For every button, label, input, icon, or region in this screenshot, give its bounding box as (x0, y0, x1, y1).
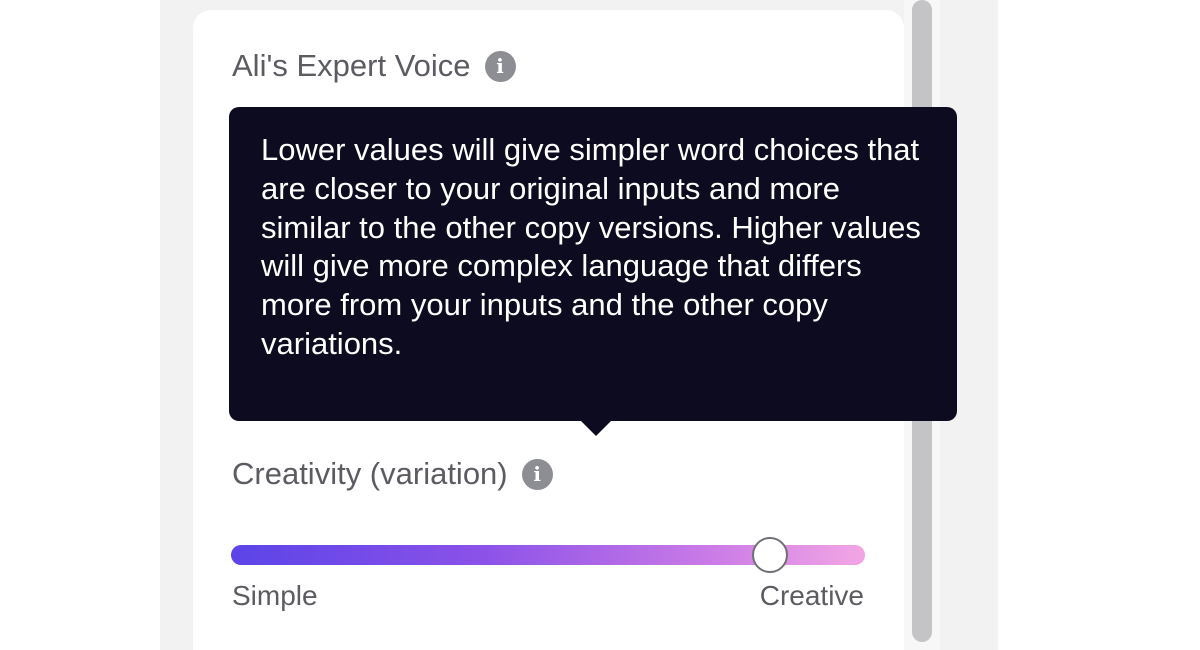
tooltip-text: Lower values will give simpler word choi… (261, 132, 921, 361)
slider-max-label: Creative (759, 580, 864, 611)
creativity-label: Creativity (variation) (232, 456, 508, 491)
slider-min-label: Simple (232, 580, 318, 611)
info-icon[interactable]: i (521, 458, 553, 490)
creativity-slider-thumb[interactable] (751, 537, 788, 573)
creativity-label-row: Creativity (variation) i (232, 456, 553, 492)
page: Ali's Expert Voice i Lower values will g… (0, 0, 1200, 650)
info-icon[interactable]: i (484, 50, 516, 82)
expert-voice-label: Ali's Expert Voice (232, 48, 471, 83)
tooltip-arrow (580, 420, 612, 436)
expert-voice-label-row: Ali's Expert Voice i (232, 48, 516, 84)
creativity-tooltip: Lower values will give simpler word choi… (229, 107, 957, 421)
